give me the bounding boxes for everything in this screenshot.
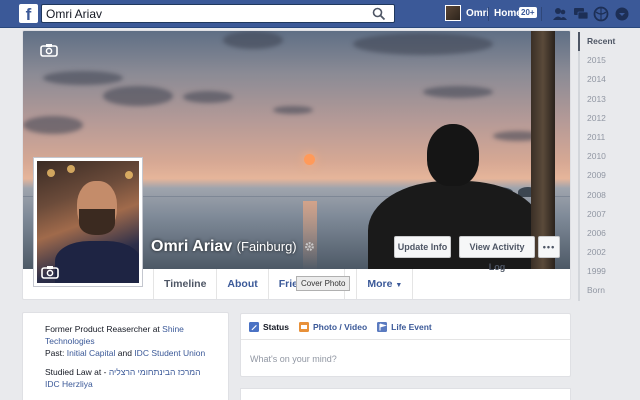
nav-home-link[interactable]: Home	[494, 8, 522, 19]
more-options-button[interactable]: •••	[538, 236, 560, 258]
update-info-button[interactable]: Update Info	[394, 236, 451, 258]
nav-user-name[interactable]: Omri	[466, 8, 489, 19]
composer-tabs: Status Photo / Video Life Event	[241, 314, 570, 340]
profile-name-text: Omri Ariav	[151, 238, 233, 255]
scrubber-year[interactable]: 2009	[580, 166, 630, 185]
photo-shirt	[55, 241, 139, 283]
messages-icon[interactable]	[573, 6, 589, 22]
composer-tab-photo-video-label: Photo / Video	[312, 321, 368, 332]
photo-beard	[79, 209, 115, 235]
scrubber-year[interactable]: 1999	[580, 262, 630, 281]
composer-tab-status-label: Status	[263, 321, 289, 332]
scrubber-year[interactable]: 2015	[580, 51, 630, 70]
caret-down-icon: ▼	[395, 282, 403, 289]
scrubber-year[interactable]: 2014	[580, 70, 630, 89]
past-company2-link[interactable]: IDC Student Union	[134, 348, 205, 358]
pencil-icon	[249, 321, 259, 332]
profile-header-card: Omri Ariav (Fainburg) Update Info View A…	[22, 30, 571, 300]
cover-cloud	[223, 31, 283, 49]
view-activity-log-button[interactable]: View Activity Log	[459, 236, 535, 272]
study-school-he-link[interactable]: המרכז הבינתחומי הרצליה	[109, 367, 201, 377]
nav-divider	[541, 7, 542, 21]
tab-more[interactable]: More ▼	[357, 269, 414, 299]
gear-icon[interactable]	[304, 241, 315, 252]
cover-photo-tooltip: Cover Photo	[296, 276, 351, 291]
search-icon[interactable]	[372, 7, 386, 21]
change-profile-camera-icon[interactable]	[41, 265, 59, 279]
past-and: and	[115, 348, 135, 358]
composer-tab-life-event[interactable]: Life Event	[377, 321, 432, 332]
profile-alternate-name: (Fainburg)	[236, 239, 297, 254]
study-school-link[interactable]: IDC Herzliya	[45, 379, 93, 389]
work-prefix: Former Product Reasercher at	[45, 324, 163, 334]
notifications-icon[interactable]	[593, 6, 609, 22]
tab-timeline[interactable]: Timeline	[153, 269, 218, 299]
composer-tab-photo-video[interactable]: Photo / Video	[298, 321, 368, 332]
study-line: Studied Law at - המרכז הבינתחומי הרצליה	[45, 367, 201, 377]
cover-sun	[304, 154, 315, 165]
composer-input[interactable]: What's on your mind?	[250, 354, 337, 364]
scrubber-year[interactable]: 2007	[580, 205, 630, 224]
account-menu-icon[interactable]	[614, 6, 630, 22]
profile-picture[interactable]	[33, 157, 143, 287]
past-prefix: Past:	[45, 348, 67, 358]
facebook-logo[interactable]: f	[19, 4, 38, 23]
next-card	[240, 388, 571, 400]
work-line: Former Product Reasercher at Shine Techn…	[45, 323, 216, 347]
study-prefix: Studied Law at	[45, 367, 104, 377]
status-composer: Status Photo / Video Life Event What's o…	[240, 313, 571, 377]
photo-light	[67, 165, 75, 173]
profile-tabs: Timeline About Frien Photos More▼	[153, 269, 414, 299]
scrubber-year-recent[interactable]: Recent	[578, 32, 630, 52]
photo-icon	[298, 321, 309, 332]
profile-photo-image	[37, 161, 139, 283]
past-line: Past: Initial Capital and IDC Student Un…	[45, 347, 216, 359]
scrubber-year[interactable]: 2002	[580, 243, 630, 262]
search-input[interactable]	[42, 5, 362, 22]
tab-about[interactable]: About	[217, 269, 269, 299]
scrubber-year[interactable]: 2006	[580, 224, 630, 243]
cover-cloud	[183, 91, 233, 103]
cover-cloud	[423, 86, 493, 98]
change-cover-camera-icon[interactable]	[40, 43, 58, 57]
cover-cloud	[353, 33, 493, 55]
tab-more-label: More	[367, 278, 393, 290]
cover-cloud	[43, 71, 123, 85]
cover-cloud	[23, 116, 83, 134]
scrubber-year[interactable]: 2011	[580, 128, 630, 147]
composer-tab-status[interactable]: Status	[249, 321, 289, 332]
friend-requests-icon[interactable]	[552, 6, 568, 22]
photo-light	[47, 169, 55, 177]
cover-pole	[531, 31, 555, 269]
scrubber-year[interactable]: 2010	[580, 147, 630, 166]
profile-name[interactable]: Omri Ariav (Fainburg)	[151, 238, 315, 256]
cover-cloud	[103, 86, 173, 106]
flag-icon	[377, 321, 388, 332]
timeline-year-scrubber: Recent 2015 2014 2013 2012 2011 2010 200…	[578, 32, 630, 301]
user-avatar[interactable]	[445, 5, 461, 21]
top-navigation-bar: f Omri Home 20+	[0, 0, 640, 28]
nav-divider	[488, 7, 489, 21]
scrubber-year[interactable]: 2012	[580, 109, 630, 128]
home-badge: 20+	[519, 7, 537, 18]
cover-silhouette-head	[427, 124, 479, 186]
sun-reflection	[303, 201, 317, 269]
photo-light	[125, 171, 133, 179]
search-box	[41, 4, 395, 23]
composer-tab-life-event-label: Life Event	[391, 321, 432, 332]
past-company-link[interactable]: Initial Capital	[67, 348, 116, 358]
cover-cloud	[273, 106, 313, 114]
scrubber-year-born[interactable]: Born	[580, 281, 630, 300]
scrubber-year[interactable]: 2013	[580, 90, 630, 109]
study-school-line: IDC Herzliya	[45, 378, 216, 390]
intro-card: Former Product Reasercher at Shine Techn…	[22, 312, 229, 400]
scrubber-year[interactable]: 2008	[580, 186, 630, 205]
